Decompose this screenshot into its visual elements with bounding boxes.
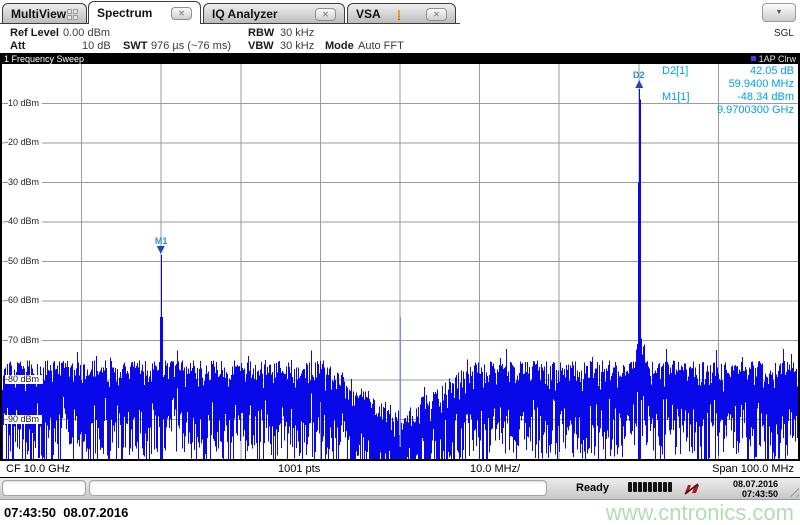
- footer: 07:43:50 08.07.2016 www.cntronics.com: [0, 500, 800, 525]
- tab-baseline: [0, 23, 460, 24]
- status-time: 07:43:50: [741, 489, 778, 499]
- sweep-points: 1001 pts: [278, 463, 321, 475]
- mode-value: Auto FFT: [358, 40, 404, 52]
- ready-indicator: Ready: [576, 482, 610, 494]
- single-sweep-indicator: SGL: [773, 28, 794, 39]
- tab-iq-analyzer[interactable]: IQ Analyzer ✕: [203, 3, 345, 24]
- spectrum-plot: -10 dBm -20 dBm -30 dBm -40 dBm -50 dBm -60 d…: [0, 64, 800, 459]
- att-value: 10 dB: [82, 40, 111, 52]
- status-field-large[interactable]: [89, 480, 547, 496]
- spectrum-trace: [2, 64, 798, 459]
- marker-m1-freq: 9.9700300 GHz: [716, 104, 794, 116]
- swt-label: SWT: [123, 40, 148, 52]
- trace-info: 1AP Clrw: [750, 53, 796, 64]
- status-bar: Ready 08.07.2016 07:43:50: [0, 478, 800, 500]
- y-axis-label: -30 dBm: [5, 177, 43, 187]
- y-axis-label: -70 dBm: [5, 335, 43, 345]
- freq-per-division: 10.0 MHz/: [470, 463, 521, 475]
- marker-d2-label: D2: [633, 69, 645, 80]
- chevron-down-icon: ▼: [775, 9, 783, 16]
- tab-iq-analyzer-label: IQ Analyzer: [212, 7, 278, 21]
- marker-up-icon: [634, 79, 643, 88]
- marker-m1-label: M1: [154, 235, 168, 246]
- span-value: Span 100.0 MHz: [712, 463, 794, 475]
- warning-icon: !: [396, 6, 402, 22]
- vbw-label: VBW: [248, 40, 274, 52]
- marker-d2-freq: 59.9400 MHz: [728, 78, 794, 90]
- att-label: Att: [10, 40, 26, 52]
- marker-readout: D2[1] 42.05 dB 59.9400 MHz M1[1] -48.34 dB…: [662, 65, 794, 117]
- y-axis-label: -50 dBm: [5, 256, 43, 266]
- multiview-grid-icon: [67, 8, 78, 20]
- footer-timestamp: 07:43:50 08.07.2016: [4, 505, 129, 520]
- rbw-label: RBW: [248, 27, 275, 39]
- progress-blocks-icon: [628, 482, 672, 492]
- trace-info-label: 1AP Clrw: [758, 53, 796, 64]
- resize-grip-icon[interactable]: [786, 484, 799, 497]
- y-axis-label: -60 dBm: [5, 296, 43, 305]
- marker-d2-level: 42.05 dB: [749, 65, 794, 77]
- status-datetime: 08.07.2016 07:43:50: [733, 479, 778, 499]
- tab-vsa[interactable]: VSA ! ✕: [347, 3, 456, 24]
- tab-vsa-label: VSA: [356, 7, 381, 21]
- status-date: 08.07.2016: [732, 479, 778, 489]
- window-title: 1 Frequency Sweep: [4, 53, 85, 64]
- status-field-small[interactable]: [2, 480, 86, 496]
- mode-label: Mode: [325, 40, 354, 52]
- watermark: www.cntronics.com: [605, 500, 794, 525]
- analyzer-screen: MultiView Spectrum ✕ IQ Analyzer ✕ VSA !…: [0, 0, 800, 525]
- ref-level-value: 0.00 dBm: [63, 27, 111, 39]
- marker-d2: D2: [633, 70, 645, 88]
- swt-value: 976 µs (~76 ms): [151, 40, 232, 52]
- marker-d2-name: D2[1]: [662, 65, 689, 77]
- ref-level-label: Ref Level: [10, 27, 59, 39]
- tab-bar: MultiView Spectrum ✕ IQ Analyzer ✕ VSA !…: [0, 0, 800, 25]
- trace-color-dot: [750, 56, 756, 61]
- y-axis-label: -10 dBm: [5, 98, 43, 108]
- center-frequency: CF 10.0 GHz: [6, 463, 71, 475]
- y-axis-label: -20 dBm: [5, 138, 43, 147]
- close-icon[interactable]: ✕: [426, 7, 447, 21]
- tab-multiview-label: MultiView: [11, 7, 67, 21]
- marker-down-icon: [157, 245, 166, 254]
- settings-bar: Ref Level 0.00 dBm RBW 30 kHz Att 10 dB …: [0, 25, 800, 62]
- y-axis-label: -80 dBm: [5, 375, 43, 384]
- status-error-icon: [684, 482, 700, 500]
- tab-spectrum-label: Spectrum: [97, 6, 153, 20]
- marker-m1-name: M1[1]: [662, 91, 690, 103]
- y-axis-label: -90 dBm: [5, 414, 43, 424]
- tab-spectrum[interactable]: Spectrum ✕: [88, 1, 201, 24]
- window-title-bar: 1 Frequency Sweep 1AP Clrw: [0, 53, 800, 64]
- marker-m1: M1: [154, 235, 168, 254]
- tab-dropdown-button[interactable]: ▼: [762, 3, 796, 22]
- vbw-value: 30 kHz: [280, 40, 315, 52]
- y-axis-label: -40 dBm: [5, 217, 43, 226]
- marker-m1-level: -48.34 dBm: [737, 91, 794, 103]
- frequency-axis-bar: CF 10.0 GHz 1001 pts 10.0 MHz/ Span 100.…: [0, 459, 800, 478]
- close-icon[interactable]: ✕: [171, 6, 192, 20]
- tab-multiview[interactable]: MultiView: [2, 3, 87, 24]
- close-icon[interactable]: ✕: [315, 7, 336, 21]
- rbw-value: 30 kHz: [280, 27, 315, 39]
